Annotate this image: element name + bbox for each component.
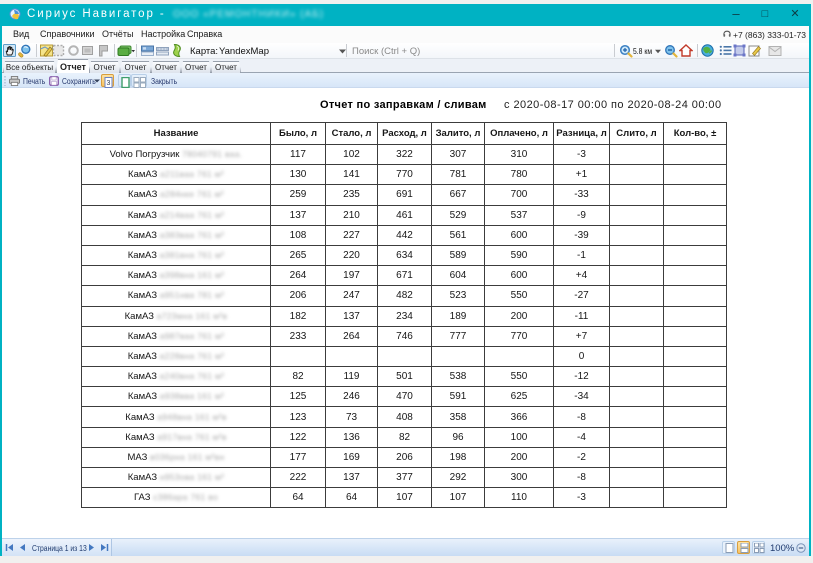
- svg-text:3: 3: [107, 80, 111, 87]
